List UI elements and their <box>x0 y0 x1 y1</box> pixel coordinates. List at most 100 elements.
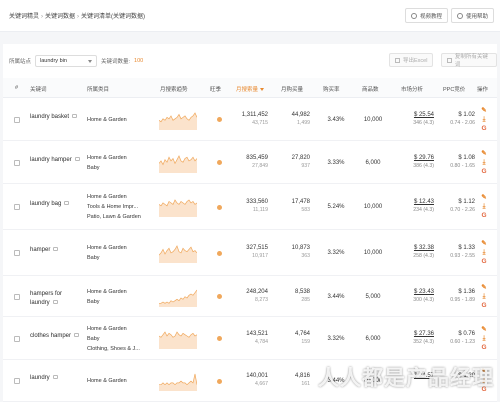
external-link-icon[interactable] <box>52 375 58 380</box>
edit-icon[interactable]: ✎ <box>480 325 488 334</box>
table-row[interactable]: laundry basket Home & Garden 1,311,452 43… <box>3 98 497 141</box>
category-item[interactable]: Baby <box>87 163 127 173</box>
keyword-link[interactable]: laundry bag <box>30 200 82 209</box>
trend-sparkline[interactable] <box>159 371 197 391</box>
site-select[interactable]: laundry bin <box>35 55 98 67</box>
trend-sparkline[interactable] <box>159 243 197 263</box>
external-link-icon[interactable] <box>64 201 70 206</box>
row-checkbox[interactable] <box>14 293 20 300</box>
breadcrumb-item[interactable]: 关键词精灵 <box>9 14 39 20</box>
google-icon[interactable]: G <box>480 343 488 352</box>
row-checkbox[interactable] <box>14 204 20 210</box>
category-item[interactable]: Clothing, Shoes & J... <box>87 344 140 354</box>
external-link-icon[interactable] <box>52 299 58 304</box>
export-excel-button[interactable]: 导出Excel <box>389 53 434 67</box>
external-link-icon[interactable] <box>53 247 59 252</box>
keyword-link[interactable]: clothes hamper <box>30 332 82 341</box>
row-checkbox[interactable] <box>14 335 20 342</box>
category-list: Home & Garden Baby Clothing, Shoes & J... <box>87 324 140 354</box>
row-actions: ✎ ⤓ G <box>480 149 488 176</box>
row-checkbox[interactable] <box>14 378 20 384</box>
category-item[interactable]: Home & Garden <box>87 243 127 253</box>
keyword-link[interactable]: hampers for laundry <box>30 290 82 308</box>
ppc-bid: $ 1.12 0.70 - 2.26 <box>450 199 475 213</box>
market-analysis[interactable]: $ 12.43 234 (4.3) <box>398 199 434 213</box>
help-button[interactable]: 使用帮助 <box>451 8 495 23</box>
external-link-icon[interactable] <box>74 156 80 161</box>
col-search-volume[interactable]: 月搜索量 <box>236 85 265 93</box>
table-row[interactable]: laundry hamper Home & Garden Baby 835,459… <box>3 141 497 184</box>
download-icon[interactable]: ⤓ <box>480 202 488 211</box>
copy-icon <box>447 57 452 63</box>
google-icon[interactable]: G <box>480 124 488 133</box>
purchases: 27,820 937 <box>291 154 310 169</box>
market-analysis[interactable]: $ 25.54 346 (4.3) <box>398 112 434 126</box>
col-products[interactable]: 商品数 <box>362 85 379 93</box>
help-icon <box>457 12 463 19</box>
download-icon[interactable]: ⤓ <box>480 158 488 167</box>
product-count: 5,000 <box>365 293 381 300</box>
ppc-bid: $ 1.36 0.95 - 1.89 <box>450 288 475 303</box>
row-checkbox[interactable] <box>14 159 20 166</box>
trend-sparkline[interactable] <box>159 153 197 173</box>
download-icon[interactable]: ⤓ <box>480 248 488 257</box>
product-count: 10,000 <box>363 116 383 123</box>
table-row[interactable]: clothes hamper Home & Garden Baby Clothing… <box>3 317 497 360</box>
col-market: 市场分析 <box>401 87 424 93</box>
breadcrumb-item[interactable]: 关键词数据 <box>45 14 75 20</box>
row-actions: ✎ ⤓ G <box>480 106 488 133</box>
category-item[interactable]: Home & Garden <box>87 287 127 297</box>
download-icon[interactable]: ⤓ <box>480 292 488 301</box>
search-volume: 1,311,452 43,715 <box>241 111 268 126</box>
col-purchases[interactable]: 月购买量 <box>281 85 303 93</box>
download-icon[interactable]: ⤓ <box>480 334 488 343</box>
edit-icon[interactable]: ✎ <box>480 239 488 248</box>
col-rate[interactable]: 购买率 <box>323 85 340 93</box>
product-count: 10,000 <box>363 204 383 210</box>
keyword-link[interactable]: laundry hamper <box>30 156 82 165</box>
video-tutorial-button[interactable]: 视频教程 <box>405 8 449 23</box>
category-item[interactable]: Baby <box>87 297 127 307</box>
category-item[interactable]: Home & Garden <box>87 192 141 202</box>
trend-sparkline[interactable] <box>159 287 197 307</box>
google-icon[interactable]: G <box>480 211 488 220</box>
category-item[interactable]: Tools & Home Impr... <box>87 202 141 212</box>
google-icon[interactable]: G <box>480 167 488 176</box>
category-item[interactable]: Baby <box>87 334 140 344</box>
google-icon[interactable]: G <box>480 301 488 310</box>
category-item[interactable]: Home & Garden <box>87 376 127 386</box>
category-item[interactable]: Home & Garden <box>87 324 140 334</box>
category-list: Home & Garden Tools & Home Impr... Patio, … <box>87 192 141 222</box>
site-label: 所属站点 <box>9 59 32 65</box>
category-item[interactable]: Home & Garden <box>87 153 127 163</box>
copy-keywords-button[interactable]: 复制所有关键词 <box>441 53 497 68</box>
category-item[interactable]: Patio, Lawn & Garden <box>87 212 141 222</box>
col-index: # <box>15 85 19 91</box>
trend-sparkline[interactable] <box>159 329 197 349</box>
table-row[interactable]: laundry bag Home & Garden Tools & Home Im… <box>3 184 497 230</box>
edit-icon[interactable]: ✎ <box>480 283 488 292</box>
external-link-icon[interactable] <box>74 332 80 337</box>
market-analysis[interactable]: $ 32.38 258 (4.3) <box>398 245 434 259</box>
category-item[interactable]: Baby <box>87 253 127 263</box>
edit-icon[interactable]: ✎ <box>480 106 488 115</box>
keyword-link[interactable]: hamper <box>30 246 82 255</box>
row-checkbox[interactable] <box>14 116 20 123</box>
trend-sparkline[interactable] <box>159 197 197 217</box>
market-analysis[interactable]: $ 27.36 352 (4.3) <box>398 331 434 345</box>
trend-sparkline[interactable] <box>159 110 197 130</box>
market-analysis[interactable]: $ 29.76 386 (4.3) <box>398 155 434 169</box>
google-icon[interactable]: G <box>480 257 488 266</box>
keyword-link[interactable]: laundry basket <box>30 113 82 122</box>
product-count: 6,000 <box>365 159 381 166</box>
table-row[interactable]: hampers for laundry Home & Garden Baby 24… <box>3 276 497 317</box>
edit-icon[interactable]: ✎ <box>480 193 488 202</box>
table-row[interactable]: hamper Home & Garden Baby 327,515 10,917 1… <box>3 230 497 276</box>
keyword-link[interactable]: laundry <box>30 374 82 383</box>
market-analysis[interactable]: $ 23.43 300 (4.3) <box>398 289 434 303</box>
row-checkbox[interactable] <box>14 250 20 256</box>
external-link-icon[interactable] <box>72 113 78 118</box>
download-icon[interactable]: ⤓ <box>480 115 488 124</box>
category-item[interactable]: Home & Garden <box>87 115 127 125</box>
edit-icon[interactable]: ✎ <box>480 149 488 158</box>
